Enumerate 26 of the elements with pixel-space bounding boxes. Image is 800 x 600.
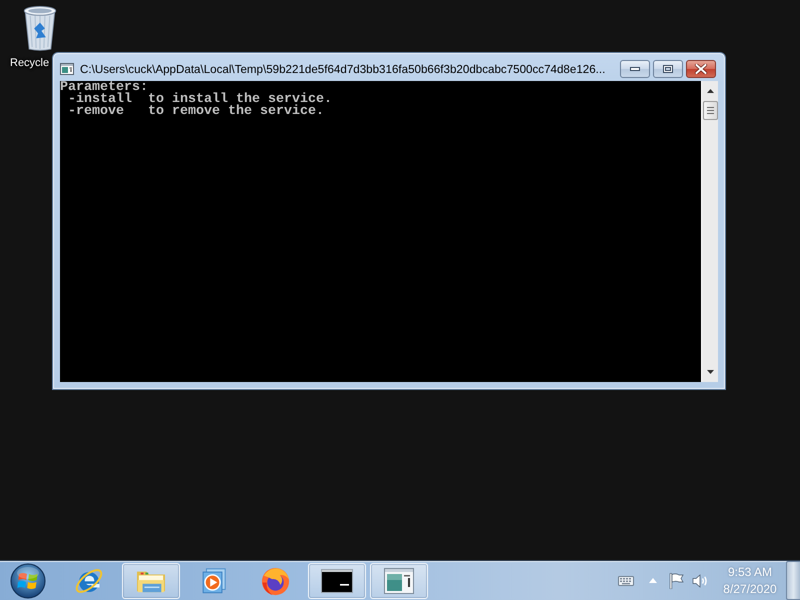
flag-icon[interactable]	[669, 572, 684, 588]
caret-up-icon	[706, 89, 714, 93]
start-orb-icon	[10, 562, 46, 598]
maximize-button[interactable]	[653, 60, 683, 78]
flame-globe-icon	[260, 566, 290, 596]
window-title: C:\Users\cuck\AppData\Local\Temp\59b221de5f64d7d3bb316fa50b66f3b20dbcabc7500cc74d8e126...	[80, 62, 606, 76]
speaker-icon[interactable]	[692, 574, 709, 588]
close-icon	[695, 64, 707, 74]
taskbar-button[interactable]	[308, 563, 366, 599]
window-icon	[384, 568, 414, 594]
console-line: -remove to remove the service.	[66, 106, 324, 118]
scroll-thumb[interactable]	[702, 101, 718, 120]
scrollbar[interactable]	[701, 81, 718, 382]
keyboard-icon[interactable]	[618, 576, 634, 586]
maximize-icon	[663, 65, 673, 73]
show-desktop-button[interactable]	[786, 561, 800, 600]
trash-bin-icon[interactable]	[22, 4, 58, 51]
close-button[interactable]	[686, 60, 716, 78]
minimize-button[interactable]	[620, 60, 650, 78]
console-icon	[321, 569, 353, 593]
grip-icon	[706, 107, 714, 114]
minimize-icon	[630, 67, 640, 71]
caret-up-icon	[649, 578, 657, 583]
desktop-icon-label[interactable]: Recycle	[10, 57, 50, 70]
window-icon	[60, 63, 74, 75]
caret-down-icon	[706, 370, 714, 374]
